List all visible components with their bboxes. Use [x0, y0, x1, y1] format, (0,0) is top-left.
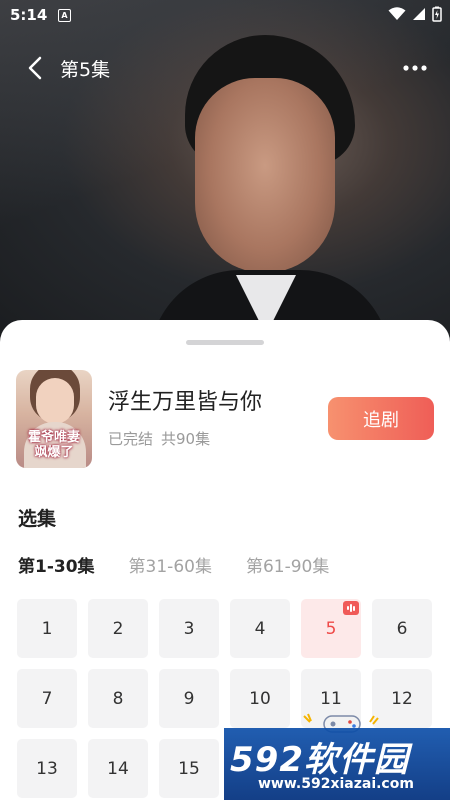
cover-face — [36, 378, 74, 424]
episode-tile[interactable]: 9 — [159, 669, 219, 728]
episode-tile[interactable]: 6 — [372, 599, 432, 658]
episode-tile[interactable]: 3 — [159, 599, 219, 658]
episode-tile[interactable]: 14 — [88, 739, 148, 798]
episode-title: 第5集 — [60, 59, 111, 81]
episode-tile[interactable]: 13 — [17, 739, 77, 798]
watermark-url: www.592xiazai.com — [258, 776, 414, 792]
drama-status: 已完结 — [108, 430, 154, 448]
episode-count: 共90集 — [161, 430, 211, 448]
battery-icon — [432, 6, 442, 22]
follow-button[interactable]: 追剧 — [328, 397, 434, 440]
actor-face — [195, 78, 335, 273]
drama-meta: 已完结 共90集 — [108, 428, 210, 449]
more-options-icon[interactable] — [402, 60, 428, 76]
episode-tile[interactable]: 4 — [230, 599, 290, 658]
episode-number: 5 — [325, 618, 337, 639]
cover-title-art: 霍爷唯妻 飒爆了 — [27, 430, 80, 460]
episode-tile[interactable]: 1 — [17, 599, 77, 658]
drama-cover[interactable]: 霍爷唯妻 飒爆了 — [16, 370, 92, 468]
drag-handle[interactable] — [186, 340, 264, 345]
tab-range-1-30[interactable]: 第1-30集 — [18, 552, 95, 577]
top-nav: 第5集 — [0, 48, 450, 88]
episode-tile-current[interactable]: 5 — [301, 599, 361, 658]
tab-range-31-60[interactable]: 第31-60集 — [129, 552, 212, 577]
episode-tile[interactable]: 7 — [17, 669, 77, 728]
range-tabs: 第1-30集 第31-60集 第61-90集 — [18, 552, 329, 577]
status-time: 5:14 — [10, 6, 48, 24]
episode-tile[interactable]: 2 — [88, 599, 148, 658]
back-arrow-icon[interactable] — [22, 54, 50, 82]
status-bar: 5:14 A — [0, 0, 450, 32]
status-icons — [388, 6, 442, 22]
episode-tile[interactable]: 10 — [230, 669, 290, 728]
watermark-logo-text: 592软件园 — [230, 740, 409, 780]
drama-title: 浮生万里皆与你 — [108, 390, 263, 415]
notification-app-icon: A — [58, 9, 71, 22]
wifi-icon — [388, 7, 406, 20]
episode-tile[interactable]: 15 — [159, 739, 219, 798]
site-watermark: 592软件园 www.592xiazai.com — [224, 728, 450, 800]
tab-range-61-90[interactable]: 第61-90集 — [246, 552, 329, 577]
section-title: 选集 — [18, 508, 57, 530]
signal-icon — [413, 8, 425, 20]
now-playing-icon — [343, 601, 359, 615]
episode-tile[interactable]: 8 — [88, 669, 148, 728]
